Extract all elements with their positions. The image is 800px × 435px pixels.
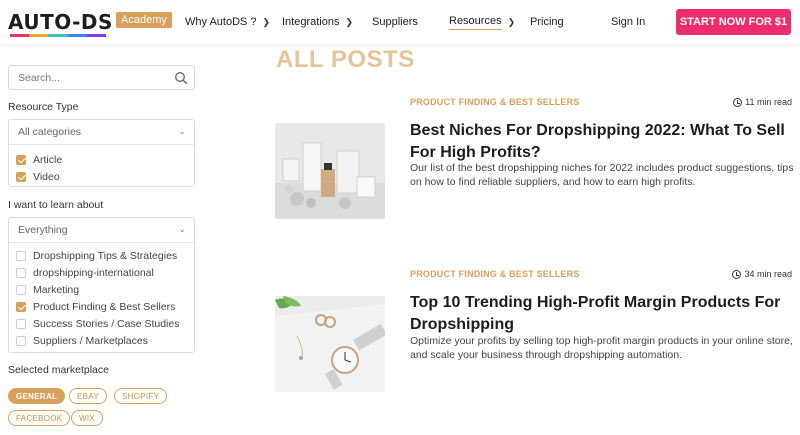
option-dropshipping-international[interactable]: dropshipping-international bbox=[9, 264, 194, 281]
marketplace-label: Selected marketplace bbox=[8, 364, 109, 376]
read-time-label: 34 min read bbox=[744, 269, 792, 279]
academy-badge: Academy bbox=[116, 12, 172, 28]
search-input[interactable] bbox=[9, 66, 159, 89]
learn-about-select[interactable]: Everything ⌄ bbox=[9, 218, 194, 243]
sign-in-label: Sign In bbox=[611, 16, 646, 28]
post-category[interactable]: PRODUCT FINDING & BEST SELLERS bbox=[410, 269, 580, 279]
option-suppliers-marketplaces[interactable]: Suppliers / Marketplaces bbox=[9, 332, 194, 349]
marketplace-pill-general[interactable]: GENERAL bbox=[8, 388, 66, 404]
post-thumbnail[interactable] bbox=[275, 296, 385, 392]
option-dropshipping-tips[interactable]: Dropshipping Tips & Strategies bbox=[9, 247, 194, 264]
nav-pricing[interactable]: Pricing bbox=[530, 0, 564, 44]
option-label: Suppliers / Marketplaces bbox=[33, 334, 148, 347]
chevron-down-icon: ❯ bbox=[507, 16, 516, 27]
nav-label: Pricing bbox=[530, 16, 564, 28]
resource-type-select[interactable]: All categories ⌄ bbox=[9, 120, 194, 145]
learn-about-filter: Everything ⌄ Dropshipping Tips & Strateg… bbox=[8, 217, 195, 353]
checkbox[interactable] bbox=[16, 250, 26, 261]
select-value: Everything bbox=[18, 224, 68, 236]
option-label: Marketing bbox=[33, 283, 80, 296]
post-title[interactable]: Best Niches For Dropshipping 2022: What … bbox=[410, 120, 795, 164]
checkbox[interactable] bbox=[16, 284, 26, 295]
option-label: dropshipping-international bbox=[33, 266, 154, 279]
checkbox[interactable] bbox=[16, 318, 26, 329]
checkbox-checked[interactable] bbox=[16, 154, 26, 165]
option-marketing[interactable]: Marketing bbox=[9, 281, 194, 298]
clock-icon bbox=[733, 97, 743, 107]
post-thumbnail[interactable] bbox=[275, 123, 385, 219]
watch-jewelry-image bbox=[275, 296, 385, 392]
nav-suppliers[interactable]: Suppliers bbox=[372, 0, 418, 44]
post-category[interactable]: PRODUCT FINDING & BEST SELLERS bbox=[410, 97, 580, 107]
post-title[interactable]: Top 10 Trending High-Profit Margin Produ… bbox=[410, 292, 795, 336]
resource-type-filter: All categories ⌄ Article Video bbox=[8, 119, 195, 187]
search-icon[interactable] bbox=[174, 71, 188, 85]
sign-in-link[interactable]: Sign In bbox=[611, 0, 645, 44]
marketplace-pill-facebook[interactable]: FACEBOOK bbox=[8, 410, 71, 426]
option-label: Video bbox=[33, 170, 60, 183]
option-label: Success Stories / Case Studies bbox=[33, 317, 180, 330]
chevron-down-icon: ⌄ bbox=[178, 126, 186, 136]
search-field[interactable] bbox=[8, 65, 195, 90]
option-video[interactable]: Video bbox=[9, 168, 194, 185]
chevron-down-icon: ❯ bbox=[262, 16, 271, 27]
logo-text: AUTO-DS bbox=[8, 10, 113, 34]
post-excerpt: Our list of the best dropshipping niches… bbox=[410, 162, 794, 188]
marketplace-pill-wix[interactable]: WIX bbox=[71, 410, 104, 426]
nav-label: Suppliers bbox=[372, 16, 418, 28]
nav-label: Integrations bbox=[282, 16, 340, 28]
nav-label: Resources bbox=[449, 15, 502, 30]
read-time-label: 11 min read bbox=[745, 97, 792, 107]
option-label: Article bbox=[33, 153, 63, 166]
resource-type-label: Resource Type bbox=[8, 101, 79, 113]
checkbox[interactable] bbox=[16, 267, 26, 278]
autods-logo[interactable]: AUTO-DS bbox=[8, 10, 113, 34]
logo-colorbar bbox=[10, 34, 107, 37]
nav-integrations[interactable]: Integrations ❯ bbox=[282, 0, 353, 44]
page-title: ALL POSTS bbox=[276, 46, 415, 73]
chevron-down-icon: ❯ bbox=[345, 16, 354, 27]
chevron-down-icon: ⌄ bbox=[178, 224, 186, 234]
post-excerpt: Optimize your profits by selling top hig… bbox=[410, 335, 793, 361]
option-success-stories[interactable]: Success Stories / Case Studies bbox=[9, 315, 194, 332]
nav-resources[interactable]: Resources ❯ bbox=[449, 0, 515, 44]
read-time: 34 min read bbox=[732, 269, 792, 279]
site-header: AUTO-DS Academy Why AutoDS ? ❯ Integrati… bbox=[0, 0, 800, 44]
nav-label: Why AutoDS ? bbox=[185, 16, 257, 28]
learn-about-label: I want to learn about bbox=[8, 199, 104, 211]
marketplace-pill-shopify[interactable]: SHOPIFY bbox=[114, 388, 168, 404]
option-label: Product Finding & Best Sellers bbox=[33, 300, 176, 313]
nav-why-autods[interactable]: Why AutoDS ? ❯ bbox=[185, 0, 270, 44]
perfume-products-image bbox=[275, 123, 385, 219]
option-product-finding[interactable]: Product Finding & Best Sellers bbox=[9, 298, 194, 315]
clock-icon bbox=[732, 269, 742, 279]
checkbox[interactable] bbox=[16, 335, 26, 346]
option-article[interactable]: Article bbox=[9, 151, 194, 168]
start-now-button[interactable]: START NOW FOR $1 bbox=[676, 9, 791, 35]
select-value: All categories bbox=[18, 126, 82, 138]
read-time: 11 min read bbox=[733, 97, 792, 107]
option-label: Dropshipping Tips & Strategies bbox=[33, 249, 178, 262]
checkbox-checked[interactable] bbox=[16, 171, 26, 182]
marketplace-pill-ebay[interactable]: EBAY bbox=[69, 388, 107, 404]
checkbox-checked[interactable] bbox=[16, 301, 26, 312]
